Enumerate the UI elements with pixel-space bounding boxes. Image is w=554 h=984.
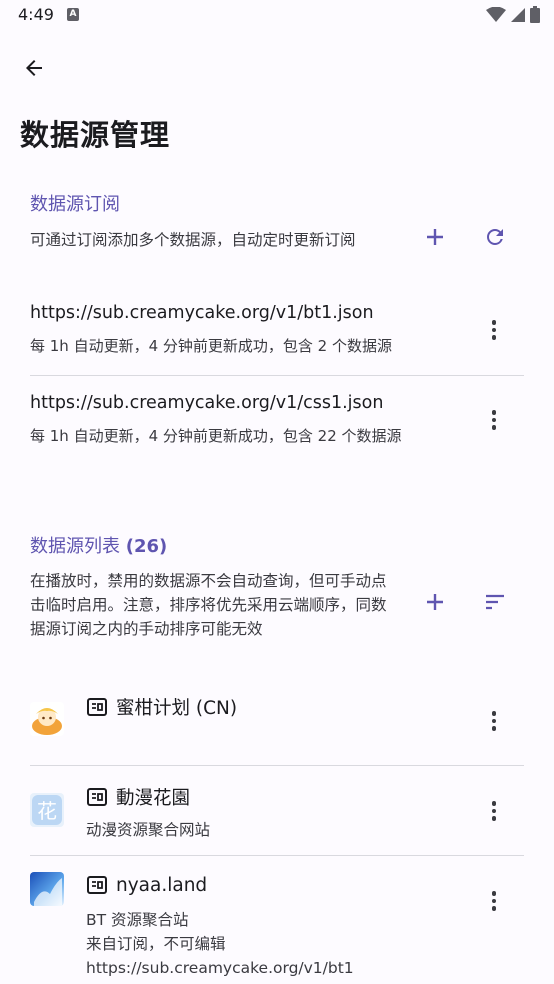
subscription-info: 每 1h 自动更新，4 分钟前更新成功，包含 2 个数据源	[30, 337, 392, 355]
divider	[30, 765, 524, 766]
notification-icon: A	[67, 8, 79, 21]
svg-text:花: 花	[37, 799, 57, 823]
divider	[30, 855, 524, 856]
source-name: 蜜柑计划 (CN)	[116, 698, 238, 719]
subscription-url: https://sub.creamycake.org/v1/css1.json	[30, 393, 384, 413]
sources-description: 在播放时，禁用的数据源不会自动查询，但可手动点击临时启用。注意，排序将优先采用云…	[30, 572, 387, 638]
add-icon	[427, 594, 443, 610]
sort-sources-button[interactable]	[475, 582, 515, 622]
source-item[interactable]: nyaa.land BT 资源聚合站 来自订阅，不可编辑 https://sub…	[0, 870, 554, 984]
refresh-subscriptions-button[interactable]	[475, 217, 515, 257]
add-source-button[interactable]	[415, 582, 455, 622]
wifi-icon	[486, 6, 506, 22]
sources-section-title: 数据源列表 (26)	[30, 532, 167, 558]
more-vert-icon	[491, 320, 497, 340]
sources-title-text: 数据源列表	[30, 536, 120, 557]
source-logo-icon: 花	[30, 793, 64, 827]
add-icon	[427, 229, 443, 245]
signal-icon	[511, 7, 525, 22]
divider	[30, 375, 524, 376]
source-logo-icon	[30, 872, 64, 906]
source-subscription-note: 来自订阅，不可编辑	[86, 935, 226, 953]
source-subscription-url: https://sub.creamycake.org/v1/bt1	[86, 959, 354, 977]
subscription-item[interactable]: https://sub.creamycake.org/v1/css1.json …	[30, 393, 524, 446]
more-vert-icon	[491, 801, 497, 821]
sources-count: (26)	[125, 536, 168, 557]
source-name-row: nyaa.land	[86, 874, 207, 896]
status-bar: 4:49 A	[0, 0, 554, 32]
source-more-button[interactable]	[474, 881, 514, 921]
source-description: BT 资源聚合站	[86, 911, 189, 929]
more-vert-icon	[491, 891, 497, 911]
subscription-url: https://sub.creamycake.org/v1/bt1.json	[30, 303, 374, 323]
more-vert-icon	[491, 410, 497, 430]
source-name: nyaa.land	[116, 874, 208, 896]
source-type-icon	[87, 788, 107, 806]
subscription-item[interactable]: https://sub.creamycake.org/v1/bt1.json 每…	[30, 303, 524, 356]
source-type-icon	[87, 698, 107, 716]
page-title: 数据源管理	[20, 118, 171, 152]
source-logo-icon	[30, 702, 64, 736]
subscriptions-description: 可通过订阅添加多个数据源，自动定时更新订阅	[30, 231, 356, 249]
status-icons	[486, 6, 540, 23]
arrow-back-icon	[26, 60, 42, 76]
source-item[interactable]: 蜜柑计划 (CN)	[0, 690, 554, 760]
sort-icon	[486, 594, 504, 610]
status-time: 4:49	[18, 5, 54, 24]
subscription-more-button[interactable]	[474, 400, 514, 440]
subscriptions-section-title: 数据源订阅	[30, 194, 120, 215]
source-description: 动漫资源聚合网站	[86, 821, 211, 839]
back-button[interactable]	[14, 48, 54, 88]
source-name: 動漫花園	[116, 788, 191, 809]
source-more-button[interactable]	[474, 791, 514, 831]
source-item[interactable]: 花 動漫花園 动漫资源聚合网站	[0, 780, 554, 850]
source-more-button[interactable]	[474, 701, 514, 741]
subscription-info: 每 1h 自动更新，4 分钟前更新成功，包含 22 个数据源	[30, 427, 402, 445]
source-name-row: 動漫花園	[86, 784, 190, 810]
more-vert-icon	[491, 711, 497, 731]
add-subscription-button[interactable]	[415, 217, 455, 257]
battery-icon	[530, 6, 540, 23]
source-type-icon	[87, 876, 107, 894]
source-name-row: 蜜柑计划 (CN)	[86, 694, 237, 720]
subscription-more-button[interactable]	[474, 310, 514, 350]
refresh-icon	[487, 229, 503, 245]
